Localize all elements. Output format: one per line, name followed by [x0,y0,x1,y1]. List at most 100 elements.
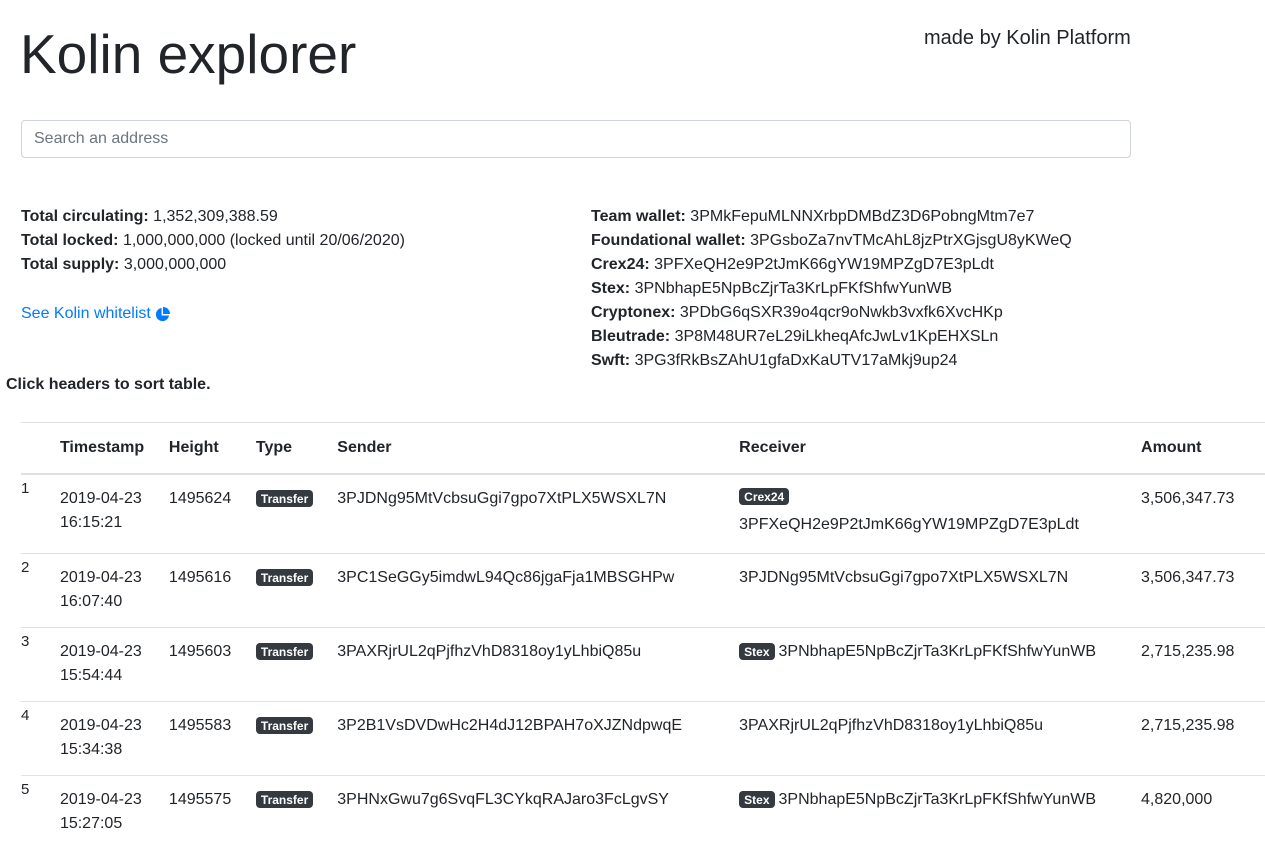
made-by-label: made by Kolin Platform [924,27,1131,49]
timestamp-time: 15:34:38 [59,741,123,758]
receiver-tag-badge: Stex [739,643,775,661]
header-receiver[interactable]: Receiver [727,422,1130,475]
timestamp-date: 2019-04-23 [59,643,142,660]
wallet-label: Cryptonex: [591,304,676,321]
wallet-address: 3PGsboZa7nvTMcAhL8jzPtrXGjsgU8yKWeQ [750,232,1072,249]
page-title: Kolin explorer [20,23,357,85]
type-badge: Transfer [255,717,314,735]
table-row: 2 2019-04-23 16:07:40 1495616 Transfer 3… [21,553,1265,628]
cell-timestamp: 2019-04-23 16:07:40 [47,553,157,628]
stat-circulating: Total circulating: 1,352,309,388.59 [21,205,405,229]
cell-height: 1495603 [156,627,244,702]
wallet-address: 3PDbG6qSXR39o4qcr9oNwkb3vxfk6XvcHKp [679,304,1003,321]
cell-timestamp: 2019-04-23 15:54:44 [47,627,157,702]
type-badge: Transfer [255,791,314,809]
transactions-table: Timestamp Height Type Sender Receiver Am… [21,422,1265,849]
wallet-cryptonex: Cryptonex: 3PDbG6qSXR39o4qcr9oNwkb3vxfk6… [591,301,1072,325]
wallet-swft: Swft: 3PG3fRkBsZAhU1gfaDxKaUTV17aMkj9up2… [591,349,1072,373]
cell-height: 1495624 [156,473,244,554]
stat-locked: Total locked: 1,000,000,000 (locked unti… [21,229,405,253]
timestamp-time: 15:54:44 [59,667,123,684]
type-badge: Transfer [255,569,314,587]
timestamp-time: 16:07:40 [59,593,123,610]
cell-receiver: Stex 3PNbhapE5NpBcZjrTa3KrLpFKfShfwYunWB [727,627,1130,702]
header-timestamp[interactable]: Timestamp [47,422,157,475]
page: Kolin explorer made by Kolin Platform To… [0,0,1265,849]
stat-supply: Total supply: 3,000,000,000 [21,253,405,277]
cell-sender: 3PHNxGwu7g6SvqFL3CYkqRAJaro3FcLgvSY [325,775,728,849]
type-badge: Transfer [255,489,314,507]
header-height[interactable]: Height [156,422,244,475]
cell-receiver: 3PJDNg95MtVcbsuGgi7gpo7XtPLX5WSXL7N [727,553,1130,628]
cell-type: Transfer [243,701,326,776]
cell-receiver: Stex 3PNbhapE5NpBcZjrTa3KrLpFKfShfwYunWB [727,775,1130,849]
cell-type: Transfer [243,473,326,554]
cell-sender: 3PAXRjrUL2qPjfhzVhD8318oy1yLhbiQ85u [325,627,728,702]
search-input[interactable] [21,120,1131,158]
cell-sender: 3PC1SeGGy5imdwL94Qc86jgaFja1MBSGHPw [325,553,728,628]
wallet-label: Stex: [591,280,631,297]
cell-height: 1495616 [156,553,244,628]
wallet-label: Foundational wallet: [591,232,746,249]
stat-value: 1,352,309,388.59 [153,208,278,225]
wallet-bleutrade: Bleutrade: 3P8M48UR7eL29iLkheqAfcJwLv1Kp… [591,325,1072,349]
header-amount[interactable]: Amount [1129,422,1265,475]
table-header-row: Timestamp Height Type Sender Receiver Am… [21,422,1265,475]
cell-height: 1495575 [156,775,244,849]
wallet-address: 3PNbhapE5NpBcZjrTa3KrLpFKfShfwYunWB [634,280,953,297]
receiver-address: 3PNbhapE5NpBcZjrTa3KrLpFKfShfwYunWB [778,791,1096,808]
timestamp-time: 15:27:05 [59,815,123,832]
supply-stats: Total circulating: 1,352,309,388.59 Tota… [21,205,405,277]
receiver-address: 3PAXRjrUL2qPjfhzVhD8318oy1yLhbiQ85u [739,717,1044,734]
timestamp-date: 2019-04-23 [59,569,142,586]
wallet-label: Team wallet: [591,208,686,225]
wallet-address: 3PFXeQH2e9P2tJmK66gYW19MPZgD7E3pLdt [654,256,994,273]
table-row: 5 2019-04-23 15:27:05 1495575 Transfer 3… [21,775,1265,849]
stat-label: Total circulating: [21,208,149,225]
wallet-stex: Stex: 3PNbhapE5NpBcZjrTa3KrLpFKfShfwYunW… [591,277,1072,301]
wallet-label: Swft: [591,352,631,369]
table-row: 1 2019-04-23 16:15:21 1495624 Transfer 3… [21,473,1265,554]
timestamp-date: 2019-04-23 [59,489,142,507]
cell-timestamp: 2019-04-23 16:15:21 [47,473,157,554]
receiver-address: 3PJDNg95MtVcbsuGgi7gpo7XtPLX5WSXL7N [739,569,1069,586]
cell-receiver: Crex24 3PFXeQH2e9P2tJmK66gYW19MPZgD7E3pL… [727,473,1130,554]
receiver-address: 3PFXeQH2e9P2tJmK66gYW19MPZgD7E3pLdt [739,515,1079,533]
wallet-list: Team wallet: 3PMkFepuMLNNXrbpDMBdZ3D6Pob… [591,205,1072,373]
header-index [21,422,48,475]
cell-height: 1495583 [156,701,244,776]
row-index: 2 [21,553,48,628]
timestamp-date: 2019-04-23 [59,791,142,808]
header-type[interactable]: Type [243,422,326,475]
cell-sender: 3PJDNg95MtVcbsuGgi7gpo7XtPLX5WSXL7N [325,473,728,554]
table-row: 4 2019-04-23 15:34:38 1495583 Transfer 3… [21,701,1265,776]
wallet-label: Bleutrade: [591,328,671,345]
stat-label: Total locked: [21,232,119,249]
receiver-tag-badge: Crex24 [739,487,790,505]
row-index: 5 [21,775,48,849]
receiver-tag-badge: Stex [739,791,775,809]
cell-receiver: 3PAXRjrUL2qPjfhzVhD8318oy1yLhbiQ85u [727,701,1130,776]
wallet-address: 3P8M48UR7eL29iLkheqAfcJwLv1KpEHXSLn [674,328,999,345]
whitelist-link[interactable]: See Kolin whitelist [21,302,170,326]
cell-type: Transfer [243,775,326,849]
row-index: 4 [21,701,48,776]
cell-type: Transfer [243,627,326,702]
stat-label: Total supply: [21,256,120,273]
wallet-address: 3PG3fRkBsZAhU1gfaDxKaUTV17aMkj9up24 [634,352,958,369]
type-badge: Transfer [255,643,314,661]
cell-timestamp: 2019-04-23 15:34:38 [47,701,157,776]
row-index: 3 [21,627,48,702]
stat-value: 3,000,000,000 [123,256,227,273]
sort-hint: Click headers to sort table. [6,376,211,393]
wallet-foundational: Foundational wallet: 3PGsboZa7nvTMcAhL8j… [591,229,1072,253]
header-sender[interactable]: Sender [325,422,728,475]
cell-type: Transfer [243,553,326,628]
cell-amount: 2,715,235.98 [1129,701,1265,776]
whitelist-link-label: See Kolin whitelist [21,305,151,322]
cell-timestamp: 2019-04-23 15:27:05 [47,775,157,849]
cell-amount: 3,506,347.73 [1129,553,1265,628]
row-index: 1 [21,473,48,554]
cell-sender: 3P2B1VsDVDwHc2H4dJ12BPAH7oXJZNdpwqE [325,701,728,776]
table-row: 3 2019-04-23 15:54:44 1495603 Transfer 3… [21,627,1265,702]
